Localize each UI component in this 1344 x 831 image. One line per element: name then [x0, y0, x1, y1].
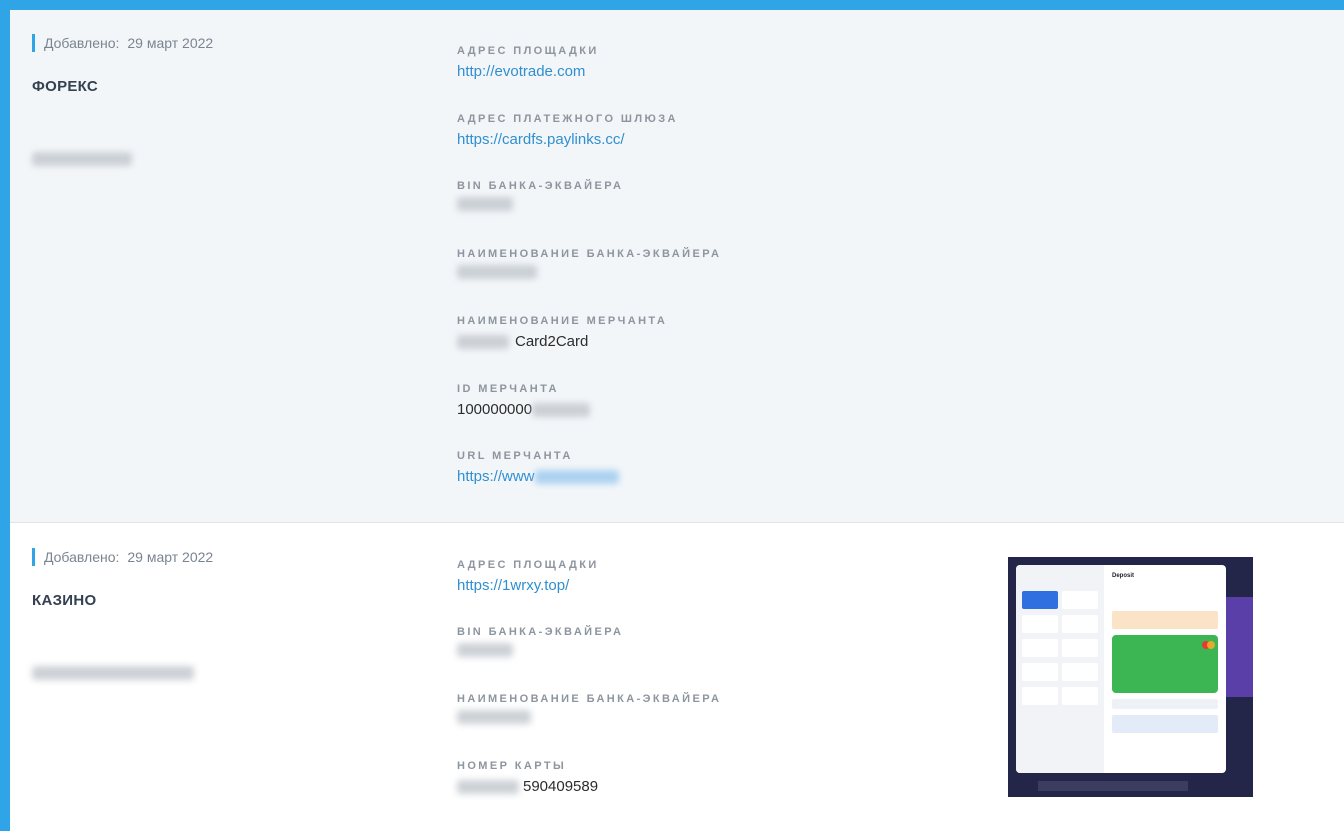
- redacted-value: [457, 643, 513, 657]
- record-forex: Добавлено: 29 март 2022 ФОРЕКС АДРЕС ПЛО…: [10, 10, 1344, 523]
- deposit-title: Deposit: [1112, 573, 1135, 579]
- redacted-value: [457, 780, 519, 794]
- record-casino: Добавлено: 29 март 2022 КАЗИНО АДРЕС ПЛО…: [10, 524, 1344, 831]
- redacted-value: [457, 335, 509, 349]
- deposit-screenshot-thumbnail[interactable]: Deposit: [1008, 557, 1253, 797]
- record-fields: АДРЕС ПЛОЩАДКИ https://1wrxy.top/ BIN БА…: [457, 558, 721, 826]
- added-date: 29 март 2022: [127, 549, 214, 565]
- field-platform-address: АДРЕС ПЛОЩАДКИ http://evotrade.com: [457, 44, 721, 112]
- field-label: BIN БАНКА-ЭКВАЙЕРА: [457, 626, 624, 638]
- field-merchant-id: ID МЕРЧАНТА 100000000: [457, 382, 721, 450]
- redacted-value: [457, 710, 531, 724]
- field-label: НОМЕР КАРТЫ: [457, 760, 567, 772]
- accent-bar: [32, 34, 35, 52]
- redacted-value: [534, 470, 619, 484]
- field-card-number: НОМЕР КАРТЫ 590409589: [457, 759, 721, 826]
- merchant-id-value: 100000000: [457, 400, 533, 418]
- platform-address-link[interactable]: https://1wrxy.top/: [457, 576, 569, 596]
- card-number-value: 590409589: [523, 778, 599, 795]
- merchant-url-link[interactable]: https://www: [457, 467, 535, 487]
- field-label: НАИМЕНОВАНИЕ БАНКА-ЭКВАЙЕРА: [457, 247, 722, 260]
- field-platform-address: АДРЕС ПЛОЩАДКИ https://1wrxy.top/: [457, 558, 721, 625]
- company-name-redacted: [32, 150, 132, 168]
- added-date-row: Добавлено: 29 март 2022: [32, 548, 213, 566]
- field-label: АДРЕС ПЛОЩАДКИ: [457, 559, 599, 571]
- field-payment-gateway: АДРЕС ПЛАТЕЖНОГО ШЛЮЗА https://cardfs.pa…: [457, 112, 721, 180]
- field-label: ID МЕРЧАНТА: [457, 382, 559, 395]
- field-acquirer-bank-name: НАИМЕНОВАНИЕ БАНКА-ЭКВАЙЕРА: [457, 692, 721, 759]
- frame-left-border: [0, 0, 10, 831]
- added-label: Добавлено:: [44, 35, 120, 51]
- field-label: НАИМЕНОВАНИЕ БАНКА-ЭКВАЙЕРА: [457, 693, 722, 705]
- field-label: АДРЕС ПЛАТЕЖНОГО ШЛЮЗА: [457, 112, 678, 125]
- company-name-redacted: [32, 664, 194, 682]
- deposit-modal-preview: Deposit: [1016, 565, 1226, 773]
- redacted-value: [457, 197, 513, 211]
- category-title: КАЗИНО: [32, 592, 97, 609]
- record-fields: АДРЕС ПЛОЩАДКИ http://evotrade.com АДРЕС…: [457, 44, 721, 517]
- redacted-value: [532, 402, 591, 417]
- added-date: 29 март 2022: [127, 35, 214, 51]
- redacted-value: [457, 264, 537, 279]
- field-acquirer-bank-name: НАИМЕНОВАНИЕ БАНКА-ЭКВАЙЕРА: [457, 247, 721, 315]
- field-label: АДРЕС ПЛОЩАДКИ: [457, 45, 599, 57]
- accent-bar: [32, 548, 35, 566]
- field-label: BIN БАНКА-ЭКВАЙЕРА: [457, 180, 624, 192]
- added-label: Добавлено:: [44, 549, 120, 565]
- field-merchant-name: НАИМЕНОВАНИЕ МЕРЧАНТА Card2Card: [457, 314, 721, 382]
- field-label: НАИМЕНОВАНИЕ МЕРЧАНТА: [457, 315, 668, 327]
- field-acquirer-bin: BIN БАНКА-ЭКВАЙЕРА: [457, 625, 721, 692]
- category-title: ФОРЕКС: [32, 78, 99, 95]
- field-merchant-url: URL МЕРЧАНТА https://www: [457, 449, 721, 517]
- merchant-name-value: Card2Card: [515, 333, 589, 350]
- frame-top-border: [0, 0, 1344, 10]
- field-acquirer-bin: BIN БАНКА-ЭКВАЙЕРА: [457, 179, 721, 247]
- card-preview: [1112, 635, 1218, 693]
- added-date-row: Добавлено: 29 март 2022: [32, 34, 213, 52]
- payment-gateway-link[interactable]: https://cardfs.paylinks.cc/: [457, 130, 625, 150]
- platform-address-link[interactable]: http://evotrade.com: [457, 62, 585, 82]
- field-label: URL МЕРЧАНТА: [457, 450, 573, 462]
